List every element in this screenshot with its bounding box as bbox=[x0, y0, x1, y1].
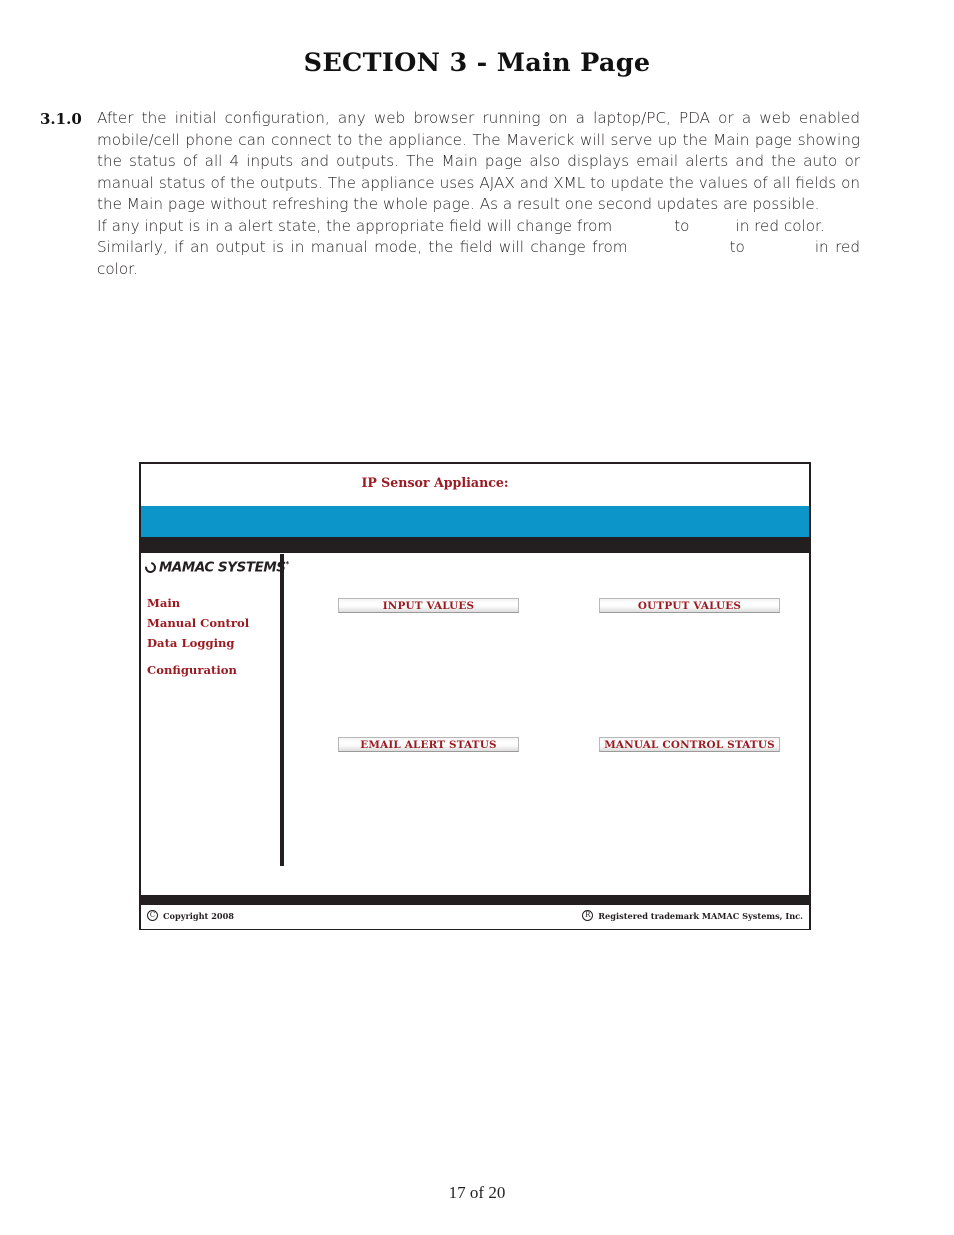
sidebar-divider bbox=[280, 554, 284, 866]
sidebar-item-data-logging[interactable]: Data Logging bbox=[147, 633, 277, 653]
sidebar: MAMAC SYSTEMS* Main Manual Control Data … bbox=[141, 553, 289, 895]
email-alert-status-header[interactable]: EMAIL ALERT STATUS bbox=[338, 737, 519, 752]
page-number: 17 of 20 bbox=[448, 1183, 506, 1202]
manual-sentence-part-2: to bbox=[729, 238, 745, 256]
alert-sentence-part-1: If any input is in a alert state, the ap… bbox=[97, 216, 613, 235]
manual-control-status-header[interactable]: MANUAL CONTROL STATUS bbox=[599, 737, 780, 752]
mockup-footer: C Copyright 2008 R Registered trademark … bbox=[141, 905, 809, 929]
sidebar-item-configuration[interactable]: Configuration bbox=[147, 660, 277, 680]
paragraph-body: After the initial configuration, any web… bbox=[97, 108, 860, 280]
mockup-content: MAMAC SYSTEMS* Main Manual Control Data … bbox=[141, 553, 809, 895]
registered-trademark-text: Registered trademark MAMAC Systems, Inc. bbox=[598, 910, 803, 921]
registered-trademark-icon: R bbox=[582, 910, 594, 921]
paragraph-number: 3.1.0 bbox=[40, 110, 82, 128]
footer-trademark: R Registered trademark MAMAC Systems, In… bbox=[582, 910, 803, 921]
mockup-titlebar: IP Sensor Appliance: bbox=[141, 464, 809, 506]
dark-divider-bar-top bbox=[141, 537, 809, 553]
sidebar-item-main[interactable]: Main bbox=[147, 593, 277, 613]
sidebar-item-manual-control[interactable]: Manual Control bbox=[147, 613, 277, 633]
panel-manual-control-status: MANUAL CONTROL STATUS bbox=[599, 737, 780, 752]
appliance-web-ui-mockup: IP Sensor Appliance: MAMAC SYSTEMS* Main… bbox=[139, 462, 811, 930]
manual-sentence-part-1: Similarly, if an output is in manual mod… bbox=[97, 238, 628, 256]
mamac-circle-icon bbox=[142, 560, 159, 576]
panel-output-values: OUTPUT VALUES bbox=[599, 598, 780, 613]
paragraph-text-main: After the initial configuration, any web… bbox=[97, 109, 860, 213]
paragraph-block: 3.1.0 After the initial configuration, a… bbox=[40, 108, 860, 280]
page-title: SECTION 3 - Main Page bbox=[303, 48, 651, 78]
footer-copyright: C Copyright 2008 bbox=[147, 910, 234, 921]
panel-email-alert-status: EMAIL ALERT STATUS bbox=[338, 737, 519, 752]
copyright-text: Copyright 2008 bbox=[163, 910, 234, 921]
output-values-header[interactable]: OUTPUT VALUES bbox=[599, 598, 780, 613]
copyright-icon: C bbox=[147, 910, 158, 921]
logo-text: MAMAC SYSTEMS bbox=[159, 560, 286, 576]
dark-divider-bar-bottom bbox=[141, 895, 809, 905]
logo-trademark-mark: * bbox=[285, 560, 290, 568]
alert-sentence-part-2: to bbox=[674, 216, 690, 235]
paragraph-text-alert: If any input is in a alert state, the ap… bbox=[97, 216, 860, 238]
accent-bar bbox=[141, 506, 809, 537]
mamac-systems-logo: MAMAC SYSTEMS* bbox=[142, 560, 290, 576]
sidebar-nav: Main Manual Control Data Logging Configu… bbox=[147, 593, 277, 680]
input-values-header[interactable]: INPUT VALUES bbox=[338, 598, 519, 613]
panel-input-values: INPUT VALUES bbox=[338, 598, 519, 613]
paragraph-text-manual: Similarly, if an output is in manual mod… bbox=[97, 237, 860, 280]
appliance-title: IP Sensor Appliance: bbox=[361, 475, 509, 490]
alert-sentence-part-3: in red color. bbox=[735, 216, 825, 235]
